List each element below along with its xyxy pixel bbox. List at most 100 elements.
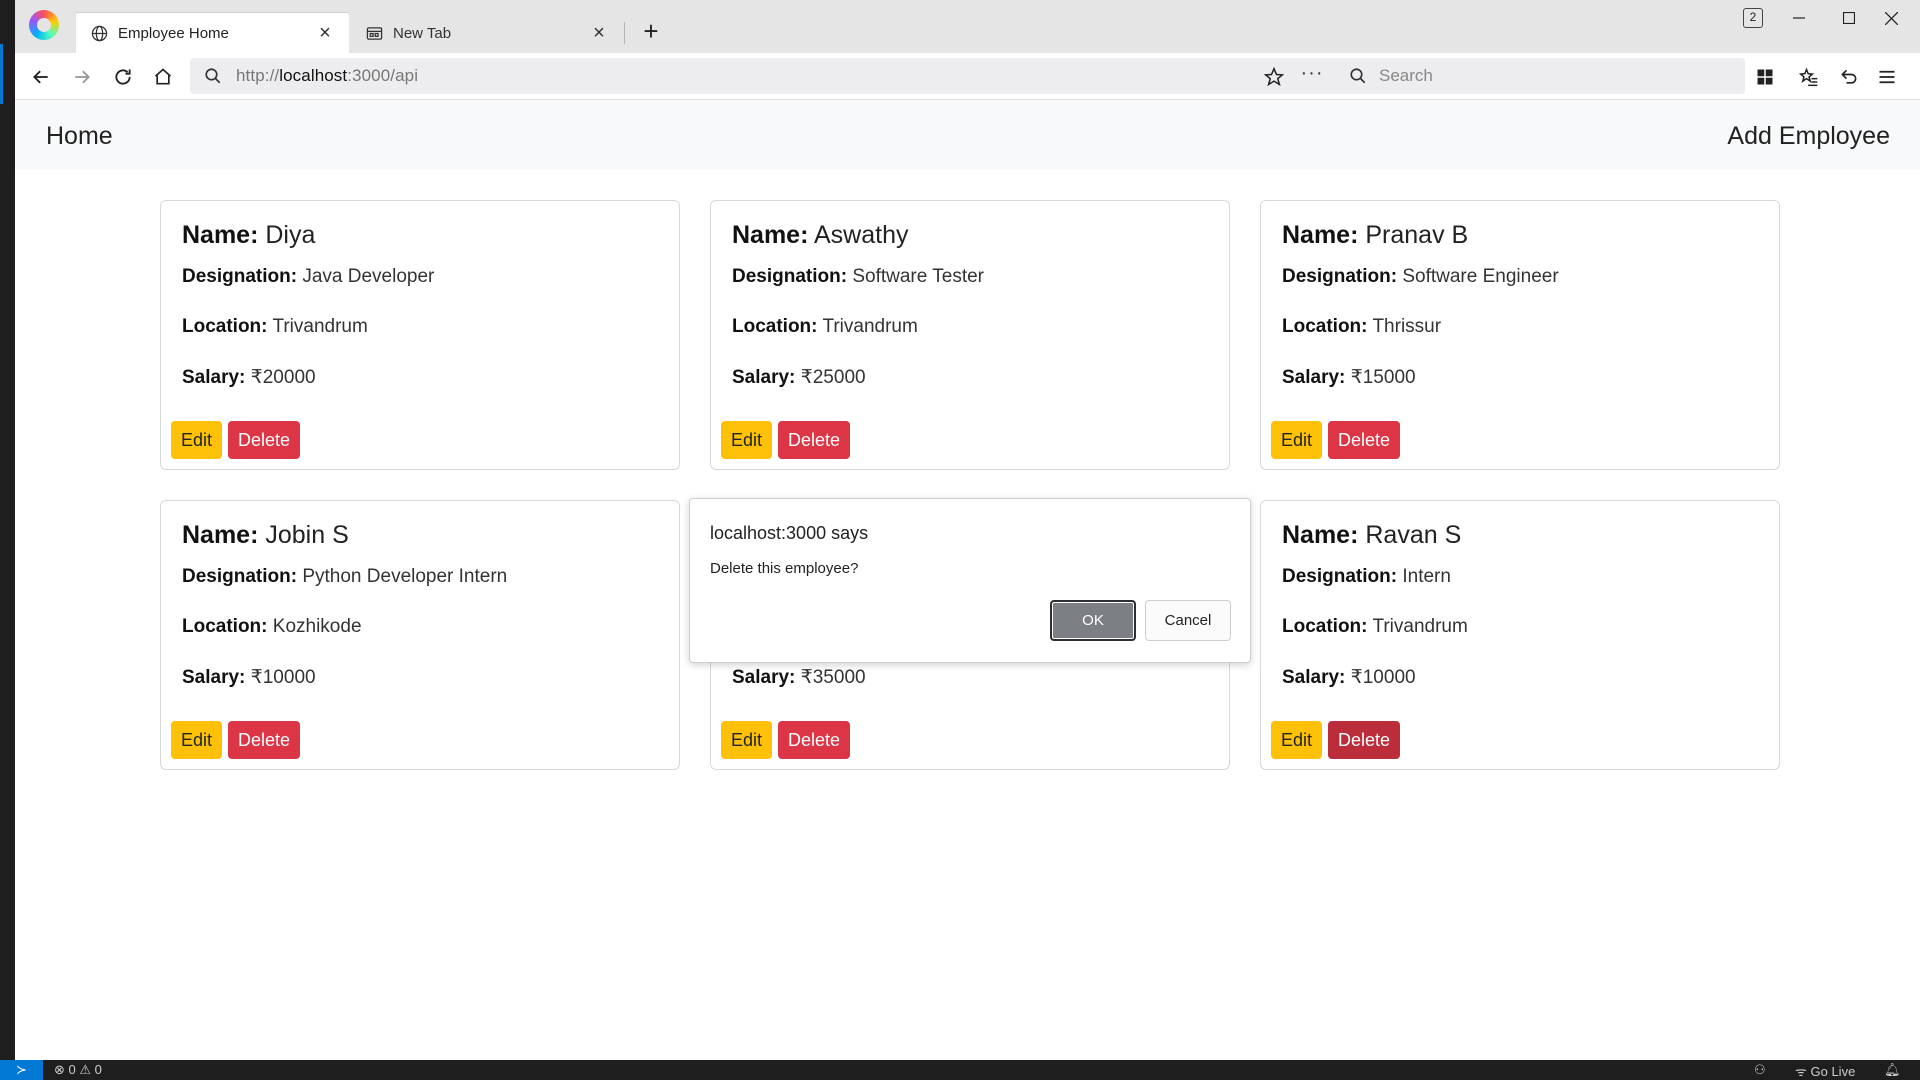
employee-name: Name: Ravan S bbox=[1282, 521, 1462, 549]
tab-title: Employee Home bbox=[118, 24, 229, 42]
broadcast-icon: ᯤ bbox=[1795, 1064, 1807, 1079]
problems-indicator[interactable]: ⊗ 0 ⚠ 0 bbox=[54, 1062, 102, 1078]
delete-button[interactable]: Delete bbox=[228, 421, 300, 459]
employee-salary: Salary: ₹25000 bbox=[732, 367, 866, 388]
editor-statusbar: ≻ ⊗ 0 ⚠ 0 ⚇ ᯤ Go Live 🔔︎ bbox=[0, 1060, 1920, 1080]
employee-designation: Designation: Software Engineer bbox=[1282, 266, 1559, 287]
delete-button[interactable]: Delete bbox=[778, 721, 850, 759]
close-tab-icon[interactable]: × bbox=[315, 22, 335, 45]
employee-designation: Designation: Java Developer bbox=[182, 266, 435, 287]
library-button[interactable] bbox=[1748, 60, 1782, 94]
undo-icon bbox=[1841, 69, 1857, 84]
employee-designation: Designation: Software Tester bbox=[732, 266, 984, 287]
tab-employee-home[interactable]: Employee Home × bbox=[76, 13, 349, 53]
forward-arrow-icon bbox=[75, 70, 90, 84]
employee-location: Location: Trivandrum bbox=[1282, 616, 1468, 637]
employee-salary: Salary: ₹20000 bbox=[182, 367, 316, 388]
edit-button[interactable]: Edit bbox=[1271, 421, 1322, 459]
employee-salary: Salary: ₹35000 bbox=[732, 667, 866, 688]
activity-indicator bbox=[0, 44, 3, 104]
employee-name: Name: Diya bbox=[182, 221, 316, 249]
search-icon bbox=[1350, 68, 1366, 84]
error-icon: ⊗ bbox=[54, 1062, 65, 1077]
tab-title: New Tab bbox=[393, 24, 452, 42]
bookmark-star-icon[interactable] bbox=[1262, 65, 1286, 89]
reload-icon bbox=[115, 69, 131, 85]
delete-button[interactable]: Delete bbox=[228, 721, 300, 759]
edit-button[interactable]: Edit bbox=[721, 721, 772, 759]
maximize-icon bbox=[1843, 12, 1855, 24]
address-bar[interactable]: http://localhost:3000/api ··· bbox=[190, 58, 1338, 94]
employee-name: Name: Jobin S bbox=[182, 521, 349, 549]
employee-designation: Designation: Intern bbox=[1282, 566, 1451, 587]
notifications-bell-icon[interactable]: 🔔︎ bbox=[1884, 1062, 1901, 1078]
forward-button[interactable] bbox=[65, 60, 99, 94]
grid-icon bbox=[1757, 69, 1773, 85]
dialog-message: Delete this employee? bbox=[710, 560, 859, 577]
back-arrow-icon bbox=[33, 70, 48, 84]
dialog-ok-button[interactable]: OK bbox=[1050, 600, 1136, 641]
employee-card: Name: Pranav B Designation: Software Eng… bbox=[1260, 200, 1780, 470]
hamburger-menu-icon bbox=[1879, 70, 1895, 84]
tab-separator bbox=[624, 22, 625, 44]
edit-button[interactable]: Edit bbox=[171, 421, 222, 459]
close-icon bbox=[1884, 11, 1898, 25]
close-tab-icon[interactable]: × bbox=[589, 22, 609, 45]
search-icon bbox=[205, 68, 221, 84]
bookmarks-list-icon bbox=[1799, 67, 1818, 87]
nav-add-employee-link[interactable]: Add Employee bbox=[1727, 122, 1890, 151]
browser-toolbar: http://localhost:3000/api ··· Search bbox=[15, 53, 1920, 100]
app-navbar: Home Add Employee bbox=[15, 100, 1920, 170]
menu-button[interactable] bbox=[1870, 60, 1904, 94]
employee-card: Name: Ravan S Designation: Intern Locati… bbox=[1260, 500, 1780, 770]
confirm-dialog: localhost:3000 says Delete this employee… bbox=[689, 498, 1251, 663]
close-window-button[interactable] bbox=[1863, 0, 1919, 36]
employee-card: Name: Jobin S Designation: Python Develo… bbox=[160, 500, 680, 770]
nav-home-link[interactable]: Home bbox=[46, 122, 113, 151]
employee-location: Location: Kozhikode bbox=[182, 616, 362, 637]
employee-designation: Designation: Python Developer Intern bbox=[182, 566, 508, 587]
delete-button[interactable]: Delete bbox=[778, 421, 850, 459]
home-icon bbox=[154, 68, 172, 85]
delete-button[interactable]: Delete bbox=[1328, 421, 1400, 459]
page-actions-more-icon[interactable]: ··· bbox=[1298, 62, 1326, 90]
back-button[interactable] bbox=[24, 60, 58, 94]
undo-button[interactable] bbox=[1832, 60, 1866, 94]
dialog-cancel-button[interactable]: Cancel bbox=[1145, 600, 1231, 641]
minimize-button[interactable] bbox=[1771, 0, 1827, 36]
reload-button[interactable] bbox=[106, 60, 140, 94]
tab-count-badge[interactable]: 2 bbox=[1743, 8, 1763, 28]
editor-edge-strip bbox=[0, 0, 15, 1060]
employee-salary: Salary: ₹10000 bbox=[182, 667, 316, 688]
tab-new-tab[interactable]: New Tab × bbox=[351, 13, 623, 53]
remote-indicator-icon[interactable]: ≻ bbox=[0, 1060, 43, 1080]
search-placeholder: Search bbox=[1379, 66, 1433, 85]
url-text: http://localhost:3000/api bbox=[236, 66, 419, 85]
employee-name: Name: Pranav B bbox=[1282, 221, 1469, 249]
home-button[interactable] bbox=[146, 60, 180, 94]
employee-card: Name: Aswathy Designation: Software Test… bbox=[710, 200, 1230, 470]
edit-button[interactable]: Edit bbox=[721, 421, 772, 459]
employee-card: Name: Diya Designation: Java Developer L… bbox=[160, 200, 680, 470]
minimize-icon bbox=[1793, 17, 1805, 19]
employee-location: Location: Thrissur bbox=[1282, 316, 1442, 337]
edit-button[interactable]: Edit bbox=[171, 721, 222, 759]
employee-salary: Salary: ₹10000 bbox=[1282, 667, 1416, 688]
browser-titlebar: Employee Home × New Tab × + 2 bbox=[15, 0, 1920, 53]
employee-location: Location: Trivandrum bbox=[182, 316, 368, 337]
delete-button[interactable]: Delete bbox=[1328, 721, 1400, 759]
newtab-page-icon bbox=[365, 24, 383, 42]
edit-button[interactable]: Edit bbox=[1271, 721, 1322, 759]
globe-icon bbox=[90, 24, 108, 42]
employee-location: Location: Trivandrum bbox=[732, 316, 918, 337]
employee-name: Name: Aswathy bbox=[732, 221, 909, 249]
employee-salary: Salary: ₹15000 bbox=[1282, 367, 1416, 388]
search-bar[interactable]: Search bbox=[1335, 58, 1745, 94]
browser-logo-icon bbox=[29, 10, 59, 40]
go-live-button[interactable]: ᯤ Go Live bbox=[1795, 1062, 1855, 1080]
copilot-icon[interactable]: ⚇ bbox=[1754, 1062, 1766, 1078]
bookmarks-button[interactable] bbox=[1792, 60, 1826, 94]
warning-icon: ⚠ bbox=[79, 1062, 92, 1077]
dialog-title: localhost:3000 says bbox=[710, 523, 869, 543]
new-tab-button[interactable]: + bbox=[633, 14, 669, 50]
